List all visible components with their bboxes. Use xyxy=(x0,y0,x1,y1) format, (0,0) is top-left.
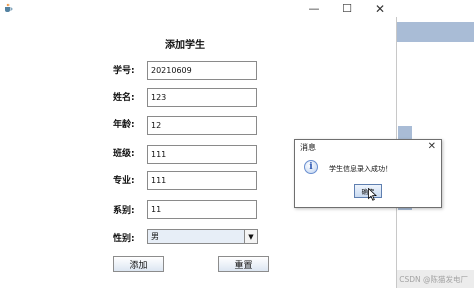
dialog-title: 消息 xyxy=(300,143,316,152)
close-button[interactable]: ✕ xyxy=(368,0,392,17)
age-input[interactable] xyxy=(147,116,257,135)
gender-label: 性别: xyxy=(113,234,135,244)
major-input[interactable] xyxy=(147,171,257,190)
class-label: 班级: xyxy=(113,149,135,159)
mouse-cursor-icon xyxy=(368,188,377,201)
info-icon: i xyxy=(304,160,318,174)
background-window-header xyxy=(397,22,474,42)
dialog-title-bar[interactable]: 消息 ✕ xyxy=(295,140,441,155)
add-button[interactable]: 添加 xyxy=(113,256,164,272)
name-input[interactable] xyxy=(147,88,257,107)
maximize-button[interactable]: ☐ xyxy=(335,0,359,17)
gender-select[interactable]: 男 ▼ xyxy=(147,229,258,244)
major-label: 专业: xyxy=(113,176,135,186)
department-label: 系别: xyxy=(113,206,135,216)
chevron-down-icon[interactable]: ▼ xyxy=(244,230,257,243)
title-bar[interactable]: — ☐ ✕ xyxy=(0,0,397,17)
class-input[interactable] xyxy=(147,145,257,164)
dialog-close-button[interactable]: ✕ xyxy=(428,141,436,152)
java-cup-icon xyxy=(5,3,13,12)
name-label: 姓名: xyxy=(113,93,135,103)
watermark: CSDN @陈猫发电厂 xyxy=(399,275,468,284)
department-input[interactable] xyxy=(147,200,257,219)
minimize-button[interactable]: — xyxy=(302,0,326,17)
gender-select-value: 男 xyxy=(151,232,159,241)
age-label: 年龄: xyxy=(113,120,135,130)
student-id-input[interactable] xyxy=(147,61,257,80)
reset-button[interactable]: 重置 xyxy=(218,256,269,272)
dialog-message: 学生信息录入成功！ xyxy=(329,165,392,173)
student-id-label: 学号: xyxy=(113,66,135,76)
form-title: 添加学生 xyxy=(165,40,205,51)
